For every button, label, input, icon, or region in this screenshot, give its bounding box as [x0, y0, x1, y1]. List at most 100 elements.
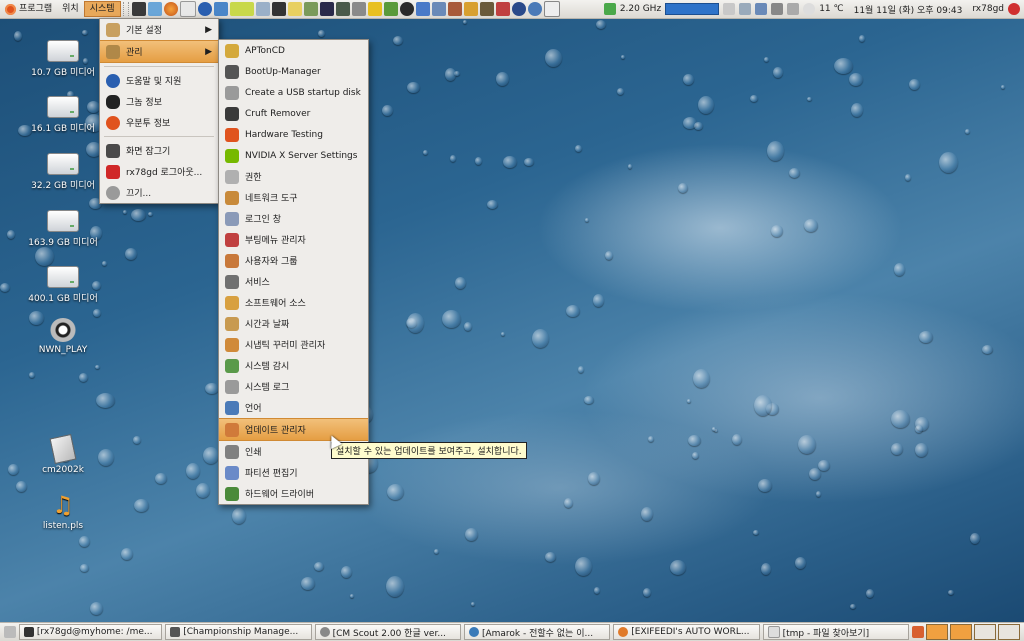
desktop-icon-cm2002k[interactable]: cm2002k: [23, 433, 103, 475]
admin-menu-item[interactable]: 네트워크 도구: [219, 187, 368, 208]
synaptic-icon: [225, 337, 239, 352]
admin-menu-item[interactable]: Cruft Remover: [219, 103, 368, 124]
window-list-icon[interactable]: [739, 3, 752, 15]
admin-menu-item[interactable]: 시간과 날짜: [219, 313, 368, 334]
game-launcher-icon[interactable]: [319, 2, 334, 16]
cpu-monitor-graph[interactable]: [665, 3, 720, 15]
admin-menu-item[interactable]: NVIDIA X Server Settings: [219, 145, 368, 166]
puzzle-launcher-icon[interactable]: [367, 2, 382, 16]
display-launcher-icon[interactable]: [431, 2, 446, 16]
admin-menu-item[interactable]: 권한: [219, 166, 368, 187]
taskbar-button-championship-manager[interactable]: [Championship Manage...: [165, 624, 312, 640]
admin-menu-item[interactable]: Hardware Testing: [219, 124, 368, 145]
help-launcher-icon[interactable]: [197, 2, 212, 16]
admin-menu-item[interactable]: 부팅메뉴 관리자: [219, 229, 368, 250]
temperature: 11 ℃: [819, 4, 844, 14]
power-icon[interactable]: [1008, 3, 1020, 15]
display-icon[interactable]: [771, 3, 784, 15]
notes-launcher-icon[interactable]: [287, 2, 302, 16]
admin-menu-item-label: 부팅메뉴 관리자: [245, 236, 306, 246]
admin-menu-item[interactable]: Create a USB startup disk: [219, 82, 368, 103]
panel-handle[interactable]: [122, 2, 129, 16]
water-drop: [496, 72, 509, 86]
word-launcher-icon[interactable]: [463, 2, 478, 16]
volume-icon[interactable]: [787, 3, 800, 15]
sphere-launcher-icon[interactable]: [527, 2, 542, 16]
clock[interactable]: 11월 11일 (화) 오후 09:43: [854, 3, 963, 16]
workspace-3[interactable]: [974, 624, 996, 640]
water-drop: [16, 481, 27, 492]
desktop-icon-drive[interactable]: 400.1 GB 미디어: [23, 266, 103, 304]
user-name[interactable]: rx78gd: [972, 4, 1004, 14]
admin-menu-item[interactable]: 업데이트 관리자: [219, 418, 368, 441]
admin-menu-item[interactable]: APTonCD: [219, 40, 368, 61]
partition-icon: [225, 465, 239, 480]
leaf-launcher-icon[interactable]: [383, 2, 398, 16]
tool-launcher-icon[interactable]: [255, 2, 270, 16]
network-launcher-icon[interactable]: [415, 2, 430, 16]
alien-launcher-icon[interactable]: [335, 2, 350, 16]
admin-menu-item[interactable]: 시냅틱 꾸러미 관리자: [219, 334, 368, 355]
wine-launcher-icon[interactable]: [479, 2, 494, 16]
taskbar-button-firefox[interactable]: [EXIFEEDI's AUTO WORL...: [613, 624, 760, 640]
camera-launcher-icon[interactable]: [271, 2, 286, 16]
network-monitor-icon[interactable]: [723, 3, 736, 15]
weather-icon[interactable]: [803, 3, 816, 15]
admin-menu-item[interactable]: 로그인 창: [219, 208, 368, 229]
taskbar-button-cm-scout[interactable]: [CM Scout 2.00 한글 ver...: [314, 624, 461, 640]
desktop-icon-nwn[interactable]: NWN_PLAY: [23, 318, 103, 355]
menu-item-shutdown[interactable]: 끄기...: [100, 182, 218, 203]
menu-item-logout[interactable]: rx78gd 로그아웃...: [100, 161, 218, 182]
taskbar-button-file-browser[interactable]: [tmp - 파일 찾아보기]: [762, 624, 909, 640]
applications-menu[interactable]: 프로그램: [0, 1, 57, 17]
admin-menu-item[interactable]: 소프트웨어 소스: [219, 292, 368, 313]
admin-menu-item[interactable]: 시스템 로그: [219, 376, 368, 397]
admin-menu-item[interactable]: 서비스: [219, 271, 368, 292]
workspace-1[interactable]: [926, 624, 948, 640]
app-launcher-icon[interactable]: [229, 2, 254, 16]
admin-menu-item[interactable]: 시스템 감시: [219, 355, 368, 376]
menu-item-about-ubuntu[interactable]: 우분투 정보: [100, 112, 218, 133]
admin-menu-item[interactable]: 파티션 편집기: [219, 462, 368, 483]
firefox-launcher-icon[interactable]: [163, 2, 178, 16]
menu-item-lock-screen[interactable]: 화면 잠그기: [100, 140, 218, 161]
disk-launcher-icon[interactable]: [447, 2, 462, 16]
menu-item-about-gnome[interactable]: 그놈 정보: [100, 91, 218, 112]
skull-launcher-icon[interactable]: [351, 2, 366, 16]
admin-menu-item[interactable]: 하드웨어 드라이버: [219, 483, 368, 504]
desktop-icon-drive[interactable]: 32.2 GB 미디어: [23, 153, 103, 191]
menu-item-administration[interactable]: 관리 ▶: [100, 40, 218, 63]
trash-icon[interactable]: [912, 626, 924, 638]
document-launcher-icon[interactable]: [543, 1, 560, 17]
water-drop: [692, 452, 699, 459]
scissors-launcher-icon[interactable]: [495, 2, 510, 16]
places-menu[interactable]: 위치: [57, 1, 84, 17]
desktop-icon-drive[interactable]: 16.1 GB 미디어: [23, 96, 103, 134]
menu-item-preferences[interactable]: 기본 설정 ▶: [100, 19, 218, 40]
menu-item-help[interactable]: 도움말 및 지원: [100, 70, 218, 91]
computer-icon[interactable]: [755, 3, 768, 15]
workspace-2[interactable]: [950, 624, 972, 640]
desktop-icon-label: 16.1 GB 미디어: [31, 124, 95, 134]
globe-launcher-icon[interactable]: [511, 2, 526, 16]
system-menu[interactable]: 시스템: [83, 1, 121, 17]
taskbar-label: [rx78gd@myhome: /me...: [36, 627, 153, 637]
terminal-launcher-icon[interactable]: [131, 2, 146, 16]
desktop-icon-drive[interactable]: 163.9 GB 미디어: [23, 210, 103, 248]
menu-item-label: 화면 잠그기: [126, 147, 171, 157]
workspace-switcher[interactable]: [912, 624, 1024, 640]
editor-launcher-icon[interactable]: [303, 2, 318, 16]
desktop-icon-drive[interactable]: 10.7 GB 미디어: [23, 40, 103, 78]
admin-menu-item[interactable]: 사용자와 그룹: [219, 250, 368, 271]
media-launcher-icon[interactable]: [399, 2, 414, 16]
mail-launcher-icon[interactable]: [179, 1, 196, 17]
admin-menu-item[interactable]: BootUp-Manager: [219, 61, 368, 82]
browser-launcher-icon[interactable]: [213, 2, 228, 16]
show-desktop-icon[interactable]: [4, 626, 16, 638]
workspace-4[interactable]: [998, 624, 1020, 640]
taskbar-button-terminal[interactable]: [rx78gd@myhome: /me...: [18, 624, 163, 640]
admin-menu-item[interactable]: 언어: [219, 397, 368, 418]
3d-cube-launcher-icon[interactable]: [147, 2, 162, 16]
taskbar-button-amarok[interactable]: [Amarok - 전할수 없는 이...: [463, 624, 611, 640]
desktop-icon-listen[interactable]: ♫ listen.pls: [23, 492, 103, 531]
